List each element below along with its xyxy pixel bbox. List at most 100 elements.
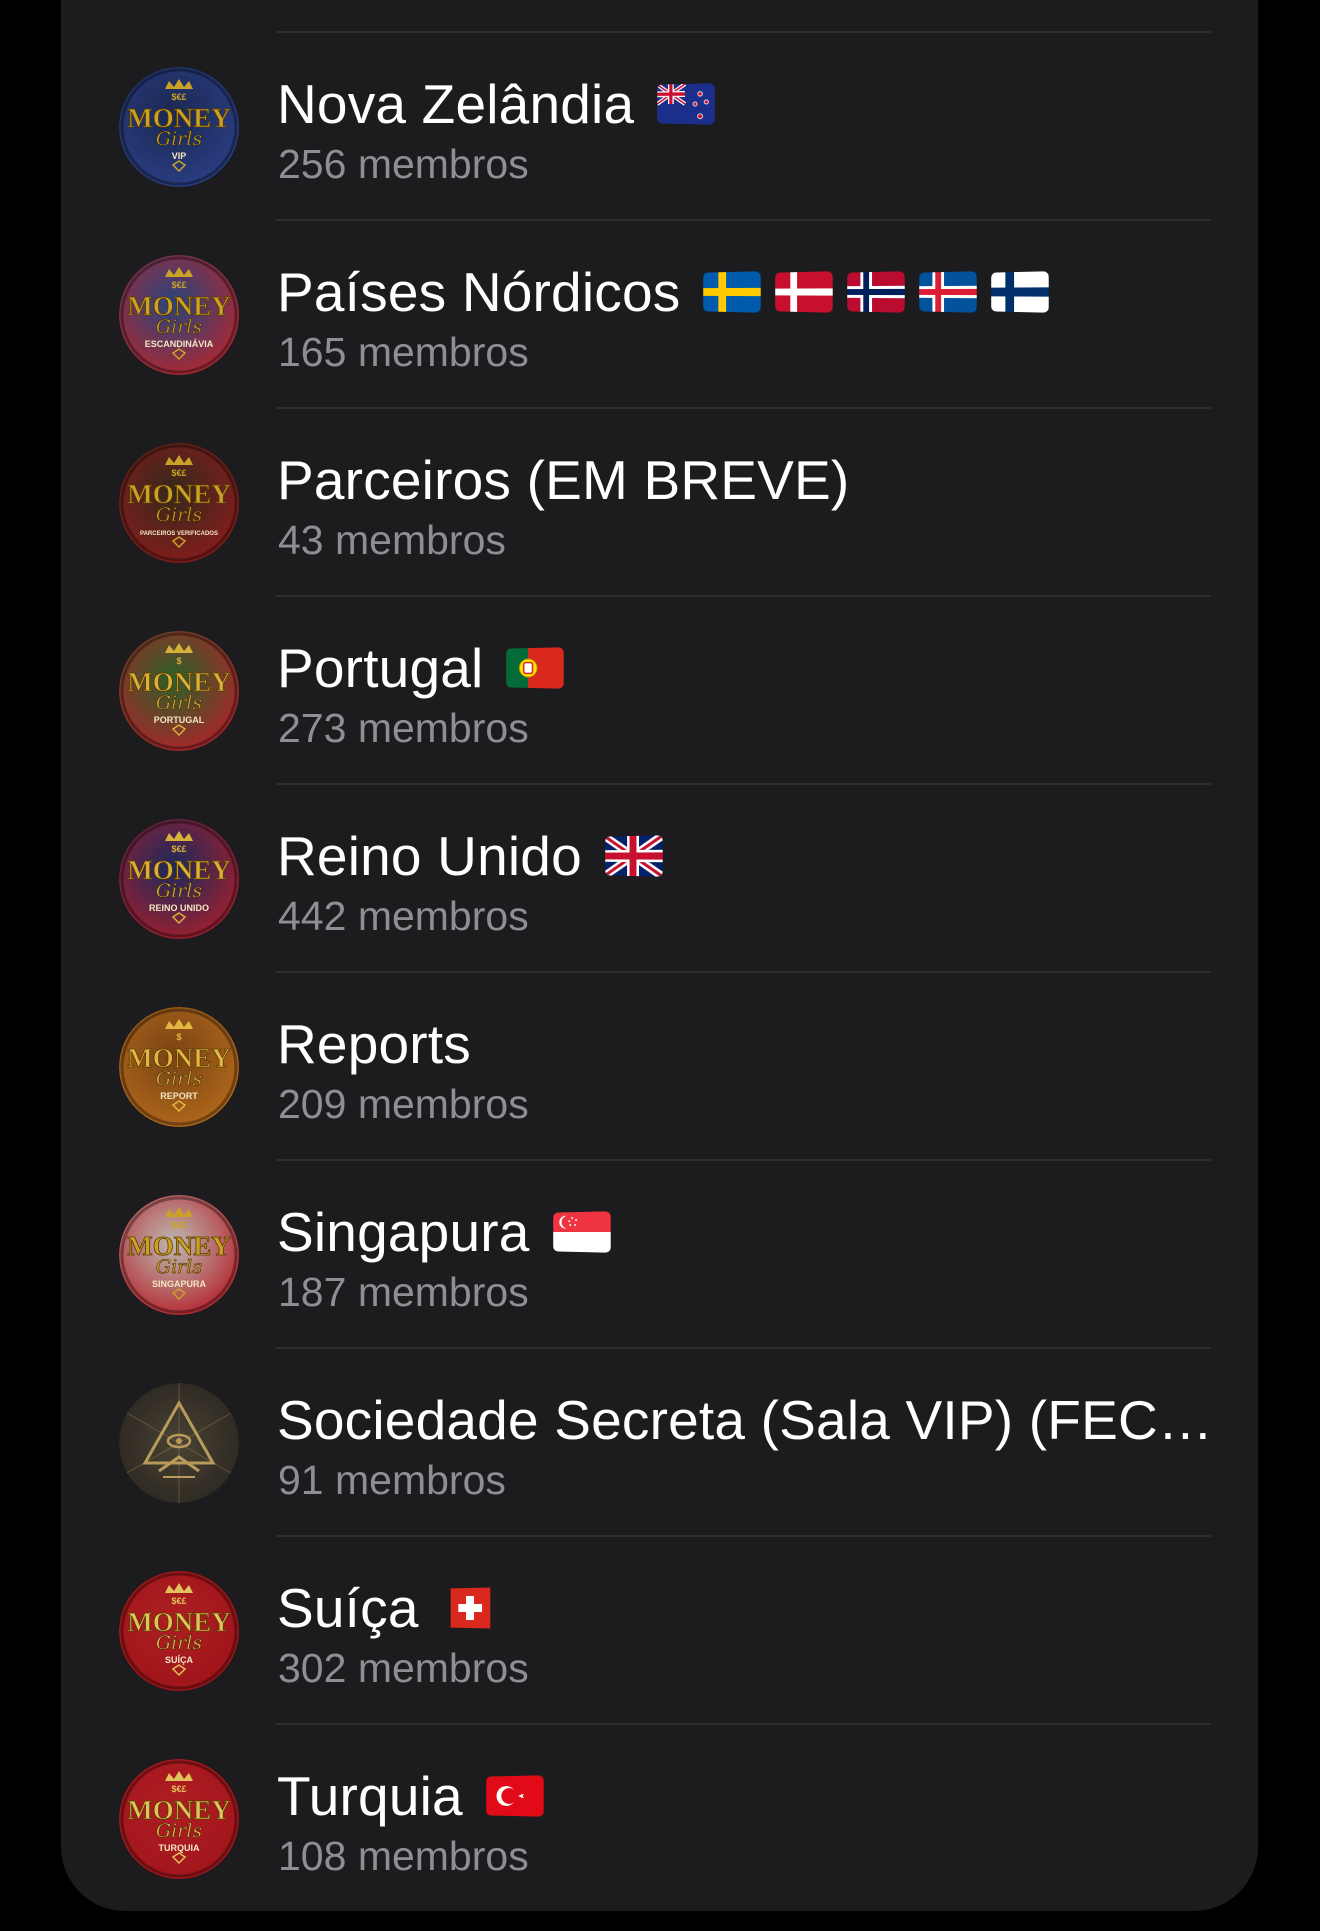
flag-emojis [485, 1775, 544, 1817]
flag-emojis [702, 271, 1050, 313]
member-count-label: membros [335, 517, 506, 563]
group-row[interactable]: $€£ MONEY Girls PARCEIROS VERIFICADOS Pa… [61, 409, 1258, 597]
svg-text:ESCANDINÁVIA: ESCANDINÁVIA [145, 339, 214, 349]
member-count-label: membros [357, 329, 529, 375]
group-row[interactable]: $€£ MONEY Girls REINO UNIDO Reino Unido … [61, 785, 1258, 973]
group-avatar: $€£ MONEY Girls REINO UNIDO [119, 819, 239, 939]
member-count: 442 membros [278, 891, 529, 941]
group-row[interactable]: $€£ MONEY Girls ESCANDINÁVIA Países Nórd… [61, 221, 1258, 409]
svg-text:TURQUIA: TURQUIA [159, 1843, 200, 1853]
member-count-number: 187 [278, 1269, 347, 1315]
flag-se-icon [703, 271, 762, 313]
group-title-line: Portugal [277, 635, 1218, 701]
svg-text:REINO UNIDO: REINO UNIDO [149, 903, 209, 913]
group-row[interactable]: $€£ MONEY Girls SINGAPURA Singapura 187 … [61, 1161, 1258, 1349]
member-count-number: 256 [278, 141, 347, 187]
flag-no-icon [847, 271, 906, 313]
member-count-number: 108 [278, 1833, 347, 1879]
member-count-label: membros [335, 1457, 506, 1503]
svg-text:$€£: $€£ [171, 844, 186, 854]
group-name: Suíça [277, 1577, 419, 1639]
member-count: 302 membros [278, 1643, 529, 1693]
flag-emojis [656, 83, 715, 125]
svg-text:$€£: $€£ [171, 280, 186, 290]
member-count: 273 membros [278, 703, 529, 753]
member-count-number: 442 [278, 893, 347, 939]
svg-text:Girls: Girls [156, 128, 202, 150]
group-row[interactable]: $€£ MONEY Girls VIP Nova Zelândia 256 me… [61, 33, 1258, 221]
member-count: 187 membros [278, 1267, 529, 1317]
svg-text:Girls: Girls [156, 504, 202, 526]
member-count-label: membros [357, 141, 529, 187]
svg-text:$€£: $€£ [171, 468, 186, 478]
group-title-line: Reino Unido [277, 823, 1218, 889]
group-avatar: $ MONEY Girls REPORT [119, 1007, 239, 1127]
group-name: Portugal [277, 637, 484, 699]
svg-text:$: $ [176, 656, 181, 666]
group-name: Países Nórdicos [277, 261, 681, 323]
member-count-label: membros [357, 1833, 529, 1879]
member-count: 108 membros [278, 1831, 529, 1881]
svg-text:Girls: Girls [156, 316, 202, 338]
group-name: Turquia [277, 1765, 463, 1827]
svg-text:$€£: $€£ [171, 1596, 186, 1606]
flag-emojis [604, 835, 663, 877]
flag-nz-icon [657, 83, 715, 125]
member-count: 91 membros [278, 1455, 506, 1505]
svg-text:Girls: Girls [156, 1820, 202, 1842]
flag-sg-icon [552, 1211, 611, 1253]
svg-text:Girls: Girls [156, 1632, 202, 1654]
group-title-line: Singapura [277, 1199, 1218, 1265]
group-name: Singapura [277, 1201, 530, 1263]
group-avatar: $€£ MONEY Girls PARCEIROS VERIFICADOS [119, 443, 239, 563]
svg-text:SINGAPURA: SINGAPURA [152, 1279, 207, 1289]
group-title-line: Sociedade Secreta (Sala VIP) (FECHADA) [277, 1387, 1218, 1453]
group-avatar: $ MONEY Girls PORTUGAL [119, 631, 239, 751]
member-count: 209 membros [278, 1079, 529, 1129]
svg-text:REPORT: REPORT [160, 1091, 198, 1101]
group-avatar: $€£ MONEY Girls VIP [119, 67, 239, 187]
group-row[interactable]: $€£ MONEY Girls TURQUIA Turquia 108 memb… [61, 1725, 1258, 1911]
group-name: Reports [277, 1013, 471, 1075]
member-count-number: 302 [278, 1645, 347, 1691]
member-count-number: 91 [278, 1457, 324, 1503]
member-count-label: membros [357, 1081, 529, 1127]
svg-text:Girls: Girls [156, 1068, 202, 1090]
flag-emojis [441, 1587, 500, 1629]
group-name: Reino Unido [277, 825, 582, 887]
svg-text:PORTUGAL: PORTUGAL [154, 715, 205, 725]
svg-text:Girls: Girls [156, 1256, 202, 1278]
flag-fi-icon [991, 271, 1050, 313]
svg-text:$€£: $€£ [171, 1220, 186, 1230]
group-avatar: $€£ MONEY Girls ESCANDINÁVIA [119, 255, 239, 375]
member-count-label: membros [357, 705, 529, 751]
group-title-line: Parceiros (EM BREVE) [277, 447, 1218, 513]
member-count: 165 membros [278, 327, 529, 377]
flag-dk-icon [775, 271, 834, 313]
group-name: Parceiros (EM BREVE) [277, 449, 850, 511]
svg-text:$€£: $€£ [171, 1784, 186, 1794]
group-avatar: $€£ MONEY Girls SUÍÇA [119, 1571, 239, 1691]
group-title-line: Países Nórdicos [277, 259, 1218, 325]
group-list-panel: $€£ MONEY Girls VIP Nova Zelândia 256 me… [61, 0, 1258, 1911]
group-row[interactable]: $ MONEY Girls REPORT Reports 209 membros [61, 973, 1258, 1161]
group-row[interactable]: $ MONEY Girls PORTUGAL Portugal 273 memb… [61, 597, 1258, 785]
flag-emojis [552, 1211, 611, 1253]
member-count-label: membros [357, 1269, 529, 1315]
svg-text:Girls: Girls [156, 692, 202, 714]
screen: $€£ MONEY Girls VIP Nova Zelândia 256 me… [0, 0, 1320, 1931]
group-row[interactable]: Sociedade Secreta (Sala VIP) (FECHADA)91… [61, 1349, 1258, 1537]
flag-tr-icon [486, 1775, 544, 1817]
group-title-line: Reports [277, 1011, 1218, 1077]
group-name: Nova Zelândia [277, 73, 635, 135]
svg-text:$: $ [176, 1032, 181, 1042]
member-count-number: 209 [278, 1081, 347, 1127]
flag-ch-icon [442, 1587, 500, 1629]
group-title-line: Nova Zelândia [277, 71, 1218, 137]
group-list: $€£ MONEY Girls VIP Nova Zelândia 256 me… [61, 33, 1258, 1911]
group-name: Sociedade Secreta (Sala VIP) (FECHADA) [277, 1389, 1218, 1451]
group-avatar: $€£ MONEY Girls TURQUIA [119, 1759, 239, 1879]
member-count-number: 165 [278, 329, 347, 375]
flag-is-icon [919, 271, 978, 313]
group-row[interactable]: $€£ MONEY Girls SUÍÇA Suíça 302 membros [61, 1537, 1258, 1725]
